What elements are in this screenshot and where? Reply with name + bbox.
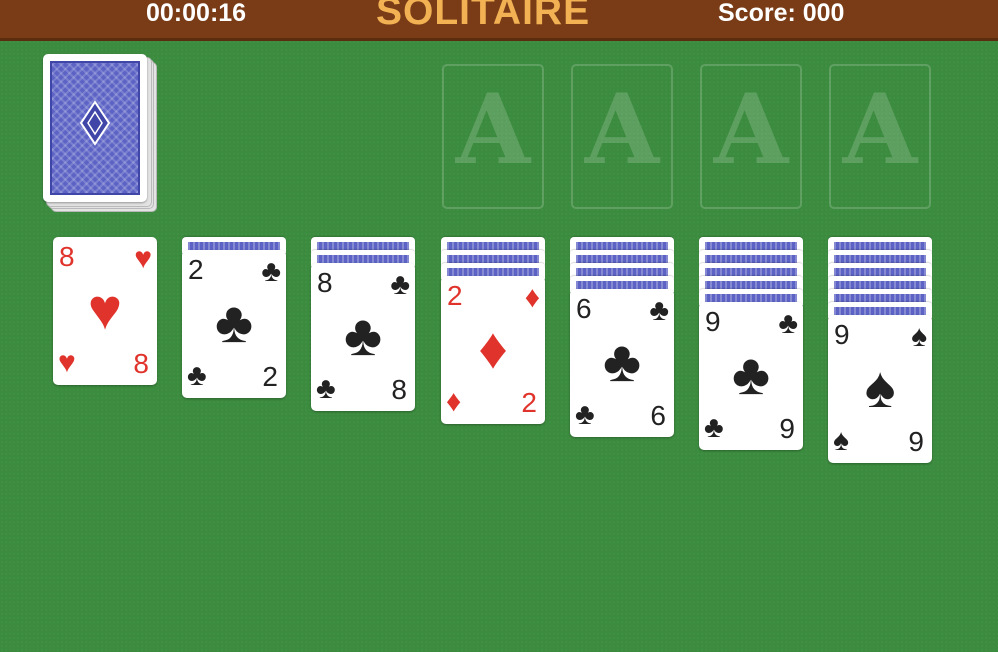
card-rank: 6 bbox=[576, 293, 592, 324]
card-rank: 8 bbox=[133, 348, 149, 379]
card-2-of-clubs[interactable]: 2 ♣ ♣ ♣ 2 bbox=[182, 250, 286, 398]
hearts-icon: ♥ bbox=[58, 346, 76, 379]
card-9-of-spades[interactable]: 9 ♠ ♠ ♠ 9 bbox=[828, 315, 932, 463]
header-bar: 00:00:16 SOLITAIRE Score: 000 bbox=[0, 0, 998, 41]
card-6-of-clubs[interactable]: 6 ♣ ♣ ♣ 6 bbox=[570, 289, 674, 437]
card-8-of-clubs[interactable]: 8 ♣ ♣ ♣ 8 bbox=[311, 263, 415, 411]
card-9-of-clubs[interactable]: 9 ♣ ♣ ♣ 9 bbox=[699, 302, 803, 450]
clubs-icon: ♣ bbox=[187, 359, 207, 392]
foundation-slot-2[interactable]: A bbox=[571, 64, 673, 209]
card-rank: 9 bbox=[779, 413, 795, 444]
diamonds-icon: ♦ bbox=[524, 281, 540, 314]
diamonds-icon: ♦ bbox=[478, 316, 508, 381]
stock-pile[interactable] bbox=[43, 54, 157, 214]
clubs-icon: ♣ bbox=[731, 342, 771, 407]
timer: 00:00:16 bbox=[146, 0, 247, 27]
foundation-ace-placeholder: A bbox=[713, 73, 789, 186]
stock-card-back[interactable] bbox=[43, 54, 147, 202]
card-rank: 9 bbox=[908, 426, 924, 457]
hearts-icon: ♥ bbox=[87, 277, 123, 342]
card-rank: 2 bbox=[188, 254, 204, 285]
clubs-icon: ♣ bbox=[649, 294, 669, 327]
score-display: Score: 000 bbox=[718, 0, 845, 27]
foundation-ace-placeholder: A bbox=[455, 73, 531, 186]
foundation-slot-1[interactable]: A bbox=[442, 64, 544, 209]
foundation-slot-4[interactable]: A bbox=[829, 64, 931, 209]
foundation-ace-placeholder: A bbox=[584, 73, 660, 186]
card-rank: 8 bbox=[317, 267, 333, 298]
clubs-icon: ♣ bbox=[261, 255, 281, 288]
foundation-slot-3[interactable]: A bbox=[700, 64, 802, 209]
card-rank: 2 bbox=[447, 280, 463, 311]
spades-icon: ♠ bbox=[833, 424, 849, 457]
clubs-icon: ♣ bbox=[390, 268, 410, 301]
card-rank: 2 bbox=[262, 361, 278, 392]
card-rank: 2 bbox=[521, 387, 537, 418]
foundation-ace-placeholder: A bbox=[842, 73, 918, 186]
card-2-of-diamonds[interactable]: 2 ♦ ♦ ♦ 2 bbox=[441, 276, 545, 424]
diamonds-icon: ♦ bbox=[446, 385, 462, 418]
clubs-icon: ♣ bbox=[575, 398, 595, 431]
diamond-emblem-icon bbox=[79, 100, 111, 146]
card-rank: 9 bbox=[834, 319, 850, 350]
hearts-icon: ♥ bbox=[134, 242, 152, 275]
card-rank: 6 bbox=[650, 400, 666, 431]
clubs-icon: ♣ bbox=[778, 307, 798, 340]
card-rank: 8 bbox=[391, 374, 407, 405]
clubs-icon: ♣ bbox=[214, 290, 254, 355]
clubs-icon: ♣ bbox=[316, 372, 336, 405]
clubs-icon: ♣ bbox=[704, 411, 724, 444]
card-rank: 8 bbox=[59, 241, 75, 272]
spades-icon: ♠ bbox=[911, 320, 927, 353]
spades-icon: ♠ bbox=[864, 355, 896, 420]
game-title: SOLITAIRE bbox=[376, 0, 591, 33]
card-rank: 9 bbox=[705, 306, 721, 337]
clubs-icon: ♣ bbox=[343, 303, 383, 368]
clubs-icon: ♣ bbox=[602, 329, 642, 394]
card-8-of-hearts[interactable]: 8 ♥ ♥ ♥ 8 bbox=[53, 237, 157, 385]
